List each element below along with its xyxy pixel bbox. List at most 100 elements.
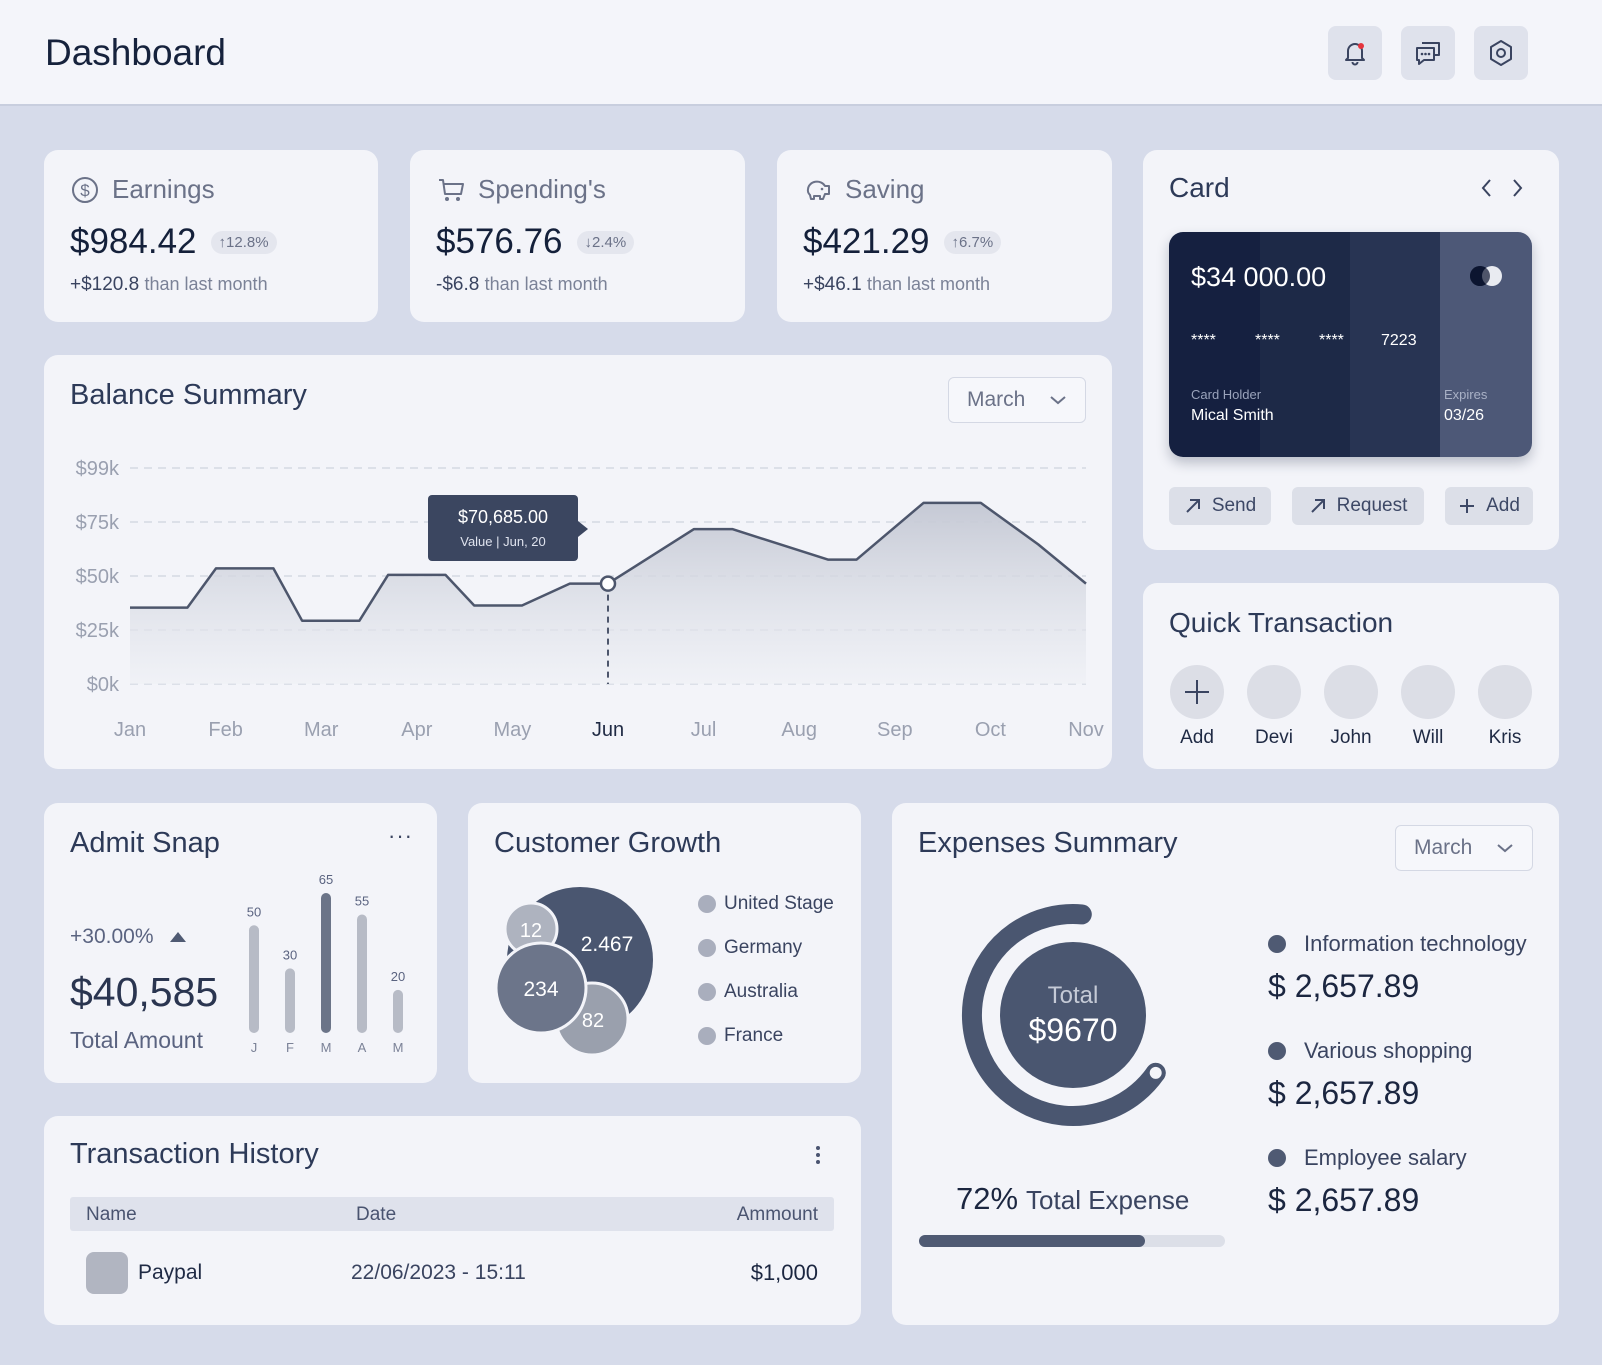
saving-change-text: than last month [866,274,991,294]
bar-value-label: 20 [391,969,405,984]
admit-amount: $40,585 [70,969,219,1015]
request-button[interactable]: Request [1292,487,1424,525]
contact-will[interactable]: Will [1398,665,1458,749]
quick-transaction-card: Quick Transaction Add Devi John Will Kri… [1143,583,1559,769]
expense-category: Information technology [1268,931,1527,957]
credit-card[interactable]: $34 000.00 **** **** **** 7223 Card Hold… [1169,232,1532,457]
category-name: Information technology [1304,931,1527,956]
row-amount: $1,000 [750,1260,818,1285]
card-holder-name: Mical Smith [1191,407,1274,424]
bar-value-label: 65 [319,873,333,887]
avatar[interactable] [1401,665,1455,719]
card-expires: 03/26 [1444,407,1485,424]
x-tick-label: Feb [208,719,242,741]
category-name: Various shopping [1304,1038,1473,1063]
column-name: Name [86,1204,137,1225]
quick-add-avatar[interactable] [1170,665,1224,719]
request-label: Request [1336,495,1408,516]
legend-label: France [724,1025,784,1046]
contact-name: John [1330,727,1372,748]
send-button[interactable]: Send [1169,487,1271,525]
admit-amount-label: Total Amount [70,1027,203,1053]
chart-tooltip: $70,685.00 Value | Jun, 20 [428,495,588,561]
bar [321,893,331,1033]
saving-card: Saving $421.29 ↑6.7% +$46.1 than last mo… [777,150,1112,322]
expense-percent: 72% [956,1181,1019,1216]
x-tick-label: Mar [304,719,339,741]
x-tick-label: Aug [781,719,817,741]
x-tick-label: Jul [691,719,717,741]
bell-icon [1345,43,1365,66]
add-card-button[interactable]: Add [1445,487,1533,525]
table-row[interactable]: Paypal 22/06/2023 - 15:11 $1,000 [70,1248,834,1296]
earnings-badge: ↑12.8% [210,230,277,254]
donut-total-label: Total [1048,982,1099,1009]
y-tick-label: $0k [87,674,120,696]
card-holder-label: Card Holder [1191,387,1262,402]
x-tick-label: Nov [1068,719,1104,741]
quick-transaction-title: Quick Transaction [1169,607,1394,638]
vertical-more-icon[interactable] [814,1144,822,1166]
legend-item: France [698,1025,783,1047]
earnings-change-text: than last month [144,274,268,294]
legend-label: Germany [724,937,803,958]
contact-kris[interactable]: Kris [1475,665,1535,749]
balance-summary-card: Balance Summary March $99k $75k $50k $25k $0… [44,355,1112,769]
card-expires-label: Expires [1444,387,1488,402]
tooltip-label: Value | Jun, 20 [460,534,546,549]
contact-john[interactable]: John [1321,665,1381,749]
legend-dot [698,939,716,957]
paypal-logo [86,1252,128,1294]
messages-button[interactable] [1401,26,1455,80]
bar [249,925,259,1033]
spendings-card: Spending's $576.76 ↓2.4% -$6.8 than last… [410,150,745,322]
category-amount: $ 2,657.89 [1268,968,1420,1004]
expense-percent-label: Total Expense [1026,1185,1190,1215]
earnings-card: $ Earnings $984.42 ↑12.8% +$120.8 than l… [44,150,378,322]
quick-add[interactable]: Add [1167,665,1227,749]
bar-category-label: M [393,1040,404,1055]
x-tick-label: Apr [401,719,432,741]
settings-icon [1490,40,1512,66]
more-options-icon[interactable]: ··· [388,823,413,849]
chat-icon [1416,42,1440,65]
saving-value: $421.29 [803,222,930,261]
x-tick-label: May [494,719,532,741]
settings-button[interactable] [1474,26,1528,80]
bar-value-label: 50 [247,904,261,919]
avatar[interactable] [1247,665,1301,719]
table-header: Name Date Ammount [70,1197,834,1231]
transaction-history-title: Transaction History [70,1138,319,1170]
expense-category: Various shopping [1268,1038,1472,1064]
saving-badge: ↑6.7% [943,230,1002,254]
transaction-history-card: Transaction History Name Date Ammount Pa… [44,1116,861,1325]
legend-item: Australia [698,981,798,1003]
notifications-button[interactable] [1328,26,1382,80]
contact-name: Kris [1488,727,1522,748]
bubble-label-medium: 234 [523,978,558,1001]
card-balance: $34 000.00 [1191,262,1327,292]
admit-percent: +30.00% [70,925,154,948]
chevron-left-icon[interactable] [1479,176,1495,200]
expenses-summary-card: Expenses Summary March Total $9670 72% T… [892,803,1559,1325]
area-fill [130,502,1086,684]
avatar[interactable] [1324,665,1378,719]
category-amount: $ 2,657.89 [1268,1075,1420,1111]
y-tick-label: $75k [76,512,120,534]
admit-snap-title: Admit Snap [70,827,220,859]
expense-progress-fill [919,1235,1146,1247]
avatar[interactable] [1478,665,1532,719]
legend-label: United Stage [724,893,834,914]
triangle-up-icon [169,932,186,942]
category-dot [1268,1149,1286,1167]
bar [285,968,295,1033]
contact-name: Devi [1254,727,1293,748]
expenses-month-dropdown[interactable]: March [1395,825,1533,871]
x-tick-label: Sep [877,719,913,741]
contact-devi[interactable]: Devi [1244,665,1304,749]
card-group-3: **** [1319,332,1344,349]
y-tick-label: $50k [76,566,120,588]
page-title: Dashboard [45,32,227,73]
chevron-right-icon[interactable] [1509,176,1525,200]
svg-text:$: $ [80,181,90,200]
